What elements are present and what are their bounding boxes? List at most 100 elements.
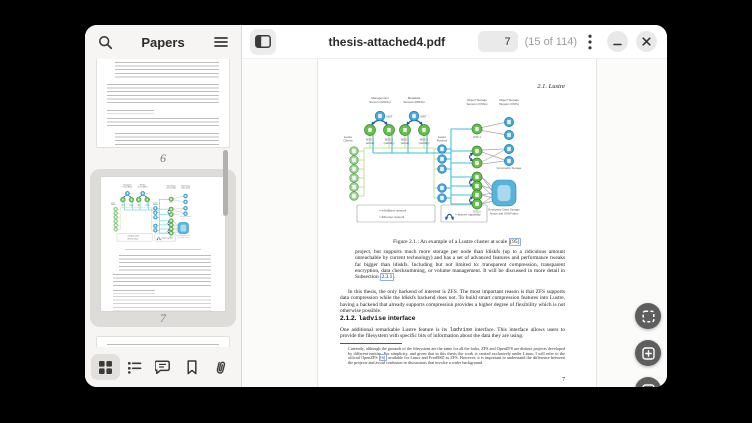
annotations-view-button[interactable] (149, 354, 178, 380)
diagram-node-blue (375, 111, 385, 121)
thumbnail-page-6[interactable] (96, 59, 230, 148)
diagram-edge (173, 214, 183, 215)
diagram-node-server (169, 231, 174, 236)
zoom-out-button[interactable] (635, 377, 661, 387)
more-options-button[interactable] (581, 30, 599, 54)
text-lines-placeholder (125, 249, 202, 252)
diagram-label: (standby) (419, 141, 430, 145)
papers-app-window: Papers thesis-attached4.pdf (85, 25, 667, 387)
search-icon (98, 35, 113, 50)
sidebar-toolbar (85, 347, 241, 387)
text-lines-placeholder (115, 62, 219, 80)
sidebar-scrollbar[interactable] (223, 150, 228, 216)
diagram-label: Management (123, 184, 131, 187)
diagram-node-client (114, 211, 118, 215)
thumbnail-figure: ManagementServers (MGSs)MetadataServers … (108, 183, 218, 247)
diagram-node-client (350, 156, 359, 165)
diagram-node-client (114, 219, 118, 223)
diagram-node-server (472, 146, 482, 156)
thumbnail-page-7-selected[interactable]: ManagementServers (MGSs)MetadataServers … (90, 169, 236, 327)
page-number-input[interactable] (478, 31, 518, 52)
diagram-label: Servers (OSSs) (466, 102, 487, 106)
zoom-fit-button[interactable] (635, 303, 661, 329)
desktop: Papers thesis-attached4.pdf (0, 0, 752, 423)
diagram-node-blue (438, 194, 447, 203)
thumbnails-view-button[interactable] (91, 354, 120, 380)
thumbnails-sidebar: 6 ManagementServers (MGSs)MetadataServer… (85, 59, 242, 387)
diagram-node-blue (183, 200, 187, 204)
diagram-node-blue (153, 224, 157, 228)
lustre-cluster-figure: ManagementServers (MGSs)MetadataServers … (336, 93, 582, 235)
diagram-edge (173, 221, 178, 226)
sidebar-toggle-button[interactable] (250, 29, 276, 55)
failover-arrow (470, 154, 473, 161)
diagram-label: Targets (OSTs) (499, 102, 519, 106)
diagram-edge (482, 161, 505, 164)
text-lines-placeholder (113, 296, 211, 312)
search-button[interactable] (93, 30, 117, 54)
diagram-label: (standby) (384, 141, 395, 145)
pdf-page-7: 2.1. Lustre ManagementServers (MGSs)Meta… (317, 59, 597, 387)
comment-bubble-icon (155, 360, 170, 374)
minimize-button[interactable] (607, 31, 628, 52)
diagram-edge (482, 131, 505, 135)
diagram-node-client (114, 207, 118, 211)
diagram-node-blue (153, 228, 157, 232)
diagram-node-server (400, 125, 411, 136)
thumbnail-label-7: 7 (90, 311, 236, 326)
diagram-node-blue (438, 165, 447, 174)
diagram-edge (173, 200, 183, 202)
diagram-node-server (145, 197, 150, 202)
citation-link[interactable]: [95] (509, 238, 521, 246)
page-folio: 7 (562, 377, 565, 383)
diagram-node-blue (438, 155, 447, 164)
text-lines-placeholder (107, 110, 154, 114)
diagram-node-server (136, 197, 141, 202)
diagram-shape (180, 224, 186, 231)
paperclip-icon (214, 360, 227, 375)
diagram-node-client (350, 183, 359, 192)
diagram-node-blue (409, 111, 419, 121)
zoom-out-icon (642, 384, 655, 388)
subsection-link[interactable]: 2.3.1 (380, 273, 394, 281)
attachments-view-button[interactable] (206, 354, 235, 380)
diagram-label: Metadata (140, 184, 146, 187)
figure-caption: Figure 2.1.: An example of a Lustre clus… (328, 239, 586, 245)
close-button[interactable] (636, 31, 657, 52)
diagram-node-blue (183, 212, 187, 216)
document-header: thesis-attached4.pdf (15 of 114) (242, 25, 667, 59)
text-lines-placeholder (107, 118, 219, 129)
diagram-label: MGT (387, 115, 394, 119)
zoom-in-button[interactable] (635, 340, 661, 366)
sidebar-toggle-icon (255, 35, 271, 48)
diagram-edge (173, 196, 183, 198)
diagram-edge (482, 123, 505, 128)
diagram-node-server (472, 158, 482, 168)
paragraph-3: One additional remarkable Lustre feature… (340, 327, 565, 340)
bookmarks-view-button[interactable] (177, 354, 206, 380)
outline-view-button[interactable] (120, 354, 149, 380)
diagram-label: (active) (366, 141, 375, 145)
diagram-node-client (350, 165, 359, 174)
diagram-label: MDT (421, 115, 427, 119)
diagram-label: Lustre (111, 201, 115, 204)
diagram-edge (173, 209, 183, 214)
close-icon (642, 37, 651, 46)
diagram-node-client (350, 192, 359, 201)
diagram-node-blue (504, 130, 513, 139)
diagram-node-server (120, 197, 125, 202)
diagram-node-client (350, 147, 359, 156)
diagram-node-blue (125, 191, 129, 195)
diagram-label: OSS 1 (169, 202, 173, 204)
failover-arrow (168, 210, 169, 213)
diagram-node-server (472, 190, 482, 200)
document-viewer[interactable]: 2.1. Lustre ManagementServers (MGSs)Meta… (242, 59, 667, 387)
minimize-icon (613, 37, 622, 46)
document-title: thesis-attached4.pdf (276, 35, 478, 49)
diagram-node-server (169, 219, 174, 224)
diagram-node-server (472, 199, 482, 209)
diagram-node-blue (141, 191, 145, 195)
main-menu-button[interactable] (209, 30, 233, 54)
diagram-node-blue (153, 211, 157, 215)
diagram-label: Lustre (153, 201, 157, 204)
